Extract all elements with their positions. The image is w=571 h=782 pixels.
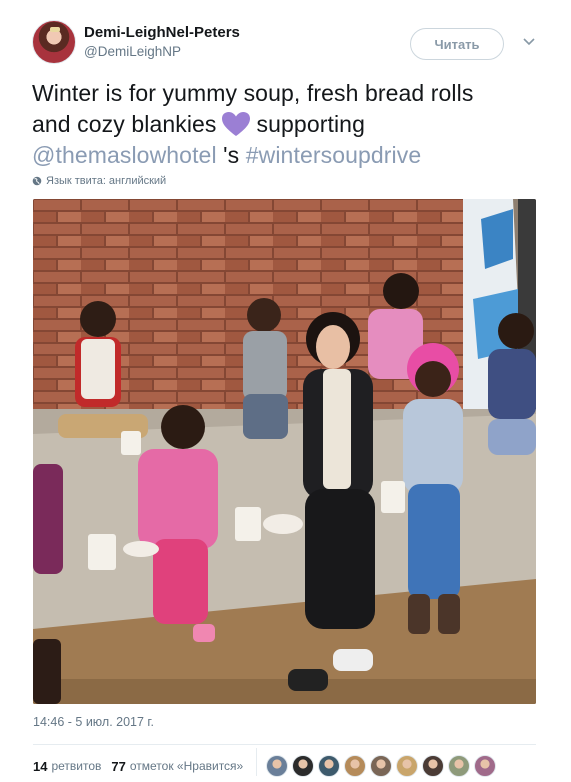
- language-note: Язык твита: английский: [32, 175, 166, 187]
- avatar-crown: [50, 27, 60, 32]
- liker-avatars: [266, 755, 500, 777]
- tweet-line-3: @themaslowhotel 's #wintersoupdrive: [32, 140, 542, 171]
- author-avatar[interactable]: [32, 20, 76, 64]
- language-note-text: Язык твита: английский: [46, 175, 167, 187]
- author-display-name[interactable]: Demi-LeighNel-Peters: [84, 24, 240, 41]
- liker-avatar[interactable]: [344, 755, 366, 777]
- mention-suffix: 's: [216, 142, 246, 168]
- liker-avatar[interactable]: [448, 755, 470, 777]
- globe-icon: [32, 176, 42, 186]
- liker-avatar[interactable]: [266, 755, 288, 777]
- stats-separator: [256, 748, 257, 776]
- liker-avatar[interactable]: [292, 755, 314, 777]
- tweet-photo[interactable]: [33, 199, 536, 704]
- liker-avatar[interactable]: [370, 755, 392, 777]
- liker-avatar[interactable]: [396, 755, 418, 777]
- retweets-stat[interactable]: 14 ретвитов: [33, 759, 101, 774]
- tweet-line-2-post: supporting: [256, 111, 365, 137]
- mention-link[interactable]: @themaslowhotel: [32, 142, 217, 168]
- purple-heart-icon: [221, 112, 250, 136]
- tweet-timestamp[interactable]: 14:46 - 5 июл. 2017 г.: [33, 715, 154, 729]
- follow-button[interactable]: Читать: [410, 28, 504, 60]
- retweets-count: 14: [33, 758, 48, 774]
- likes-label: отметок «Нравится»: [129, 759, 244, 773]
- likes-count: 77: [111, 758, 126, 774]
- tweet-line-2-pre: and cozy blankies: [32, 111, 217, 137]
- tweet-stats: 14 ретвитов 77 отметок «Нравится»: [33, 756, 253, 776]
- hashtag-link[interactable]: #wintersoupdrive: [246, 142, 421, 168]
- tweet-text: Winter is for yummy soup, fresh bread ro…: [32, 78, 542, 171]
- stats-divider: [33, 744, 536, 745]
- photo-scene: [33, 199, 536, 704]
- retweets-label: ретвитов: [51, 759, 102, 773]
- tweet-line-1: Winter is for yummy soup, fresh bread ro…: [32, 80, 474, 106]
- tweet-header: Demi-LeighNel-Peters @DemiLeighNP Читать: [32, 20, 542, 68]
- liker-avatar[interactable]: [422, 755, 444, 777]
- likes-stat[interactable]: 77 отметок «Нравится»: [111, 759, 243, 774]
- liker-avatar[interactable]: [474, 755, 496, 777]
- author-handle[interactable]: @DemiLeighNP: [84, 44, 181, 59]
- liker-avatar[interactable]: [318, 755, 340, 777]
- chevron-down-icon[interactable]: [522, 34, 536, 48]
- tweet-line-2: and cozy blankies supporting: [32, 109, 542, 140]
